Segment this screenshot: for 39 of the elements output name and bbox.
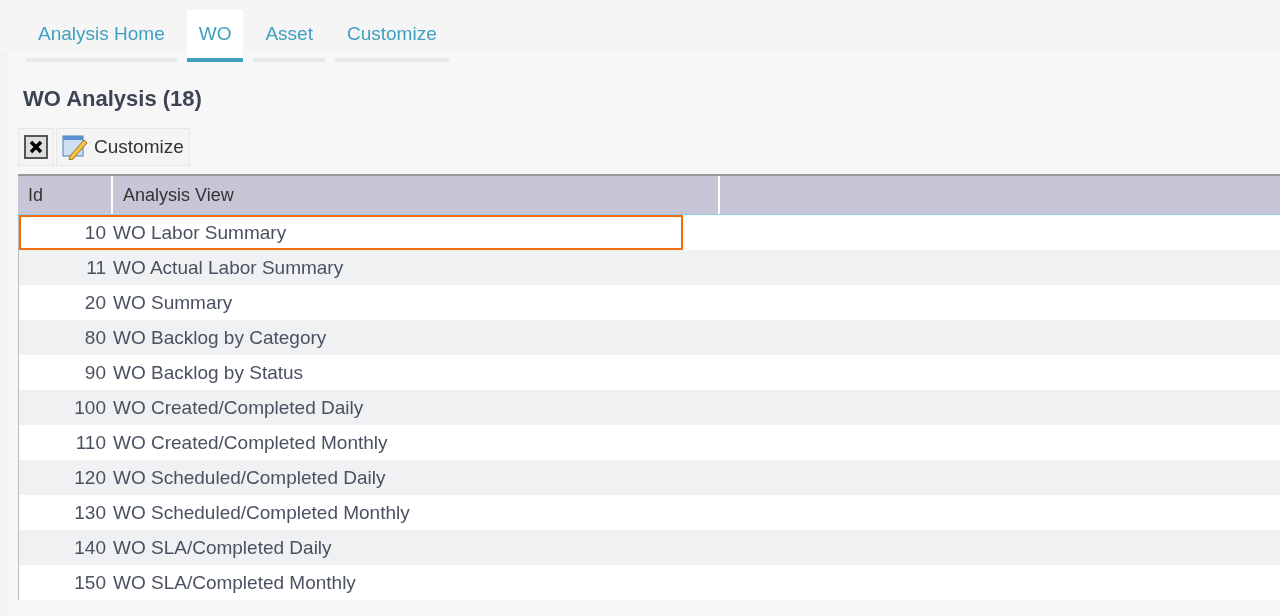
table-cell-text: WO SLA/Completed Daily <box>113 536 332 560</box>
table-cell-text: 140 <box>73 536 107 560</box>
customize-button[interactable]: Customize <box>56 128 190 166</box>
table-cell-text: 100 <box>73 396 107 420</box>
table-row[interactable]: 20 WO Summary <box>18 285 1280 320</box>
table-cell-text: 10 <box>83 221 107 245</box>
table-cell-text: 120 <box>73 466 107 490</box>
table-cell-text: WO SLA/Completed Monthly <box>113 571 356 595</box>
table-row[interactable]: 11 WO Actual Labor Summary <box>18 250 1280 285</box>
table-row[interactable]: 100 WO Created/Completed Daily <box>18 390 1280 425</box>
table-row[interactable]: 110 WO Created/Completed Monthly <box>18 425 1280 460</box>
table-cell-text: WO Created/Completed Monthly <box>113 431 388 455</box>
table-row[interactable]: 80 WO Backlog by Category <box>18 320 1280 355</box>
table-row[interactable]: 150 WO SLA/Completed Monthly <box>18 565 1280 600</box>
table-cell-text: WO Backlog by Status <box>113 361 304 385</box>
table-row[interactable]: 120 WO Scheduled/Completed Daily <box>18 460 1280 495</box>
close-icon <box>24 135 48 159</box>
column-header[interactable]: Id <box>18 176 113 214</box>
table-row[interactable]: 10 WO Labor Summary <box>18 215 1280 250</box>
table-row[interactable]: 130 WO Scheduled/Completed Monthly <box>18 495 1280 530</box>
table-cell-text: 110 <box>74 431 107 455</box>
table-cell-text: 20 <box>83 291 107 315</box>
table-cell-text: WO Actual Labor Summary <box>113 256 344 280</box>
table-cell-text: WO Created/Completed Daily <box>113 396 364 420</box>
table-cell-text: WO Scheduled/Completed Daily <box>113 466 386 490</box>
table-cell-text: 80 <box>83 326 107 350</box>
edit-window-icon <box>62 134 88 160</box>
table-cell-text: 90 <box>83 361 107 385</box>
close-button[interactable] <box>18 128 54 166</box>
table-cell-text: WO Backlog by Category <box>113 326 327 350</box>
table-cell-text: 150 <box>73 571 107 595</box>
table-cell-text: WO Scheduled/Completed Monthly <box>113 501 410 525</box>
page-title: WO Analysis (18) <box>23 85 203 113</box>
table-row[interactable]: 140 WO SLA/Completed Daily <box>18 530 1280 565</box>
table-cell-text: WO Summary <box>113 291 233 315</box>
table-cell-text: 11 <box>85 256 107 280</box>
table-cell-text: WO Labor Summary <box>113 221 287 245</box>
table-row[interactable]: 90 WO Backlog by Status <box>18 355 1280 390</box>
table-cell-text: 130 <box>73 501 107 525</box>
